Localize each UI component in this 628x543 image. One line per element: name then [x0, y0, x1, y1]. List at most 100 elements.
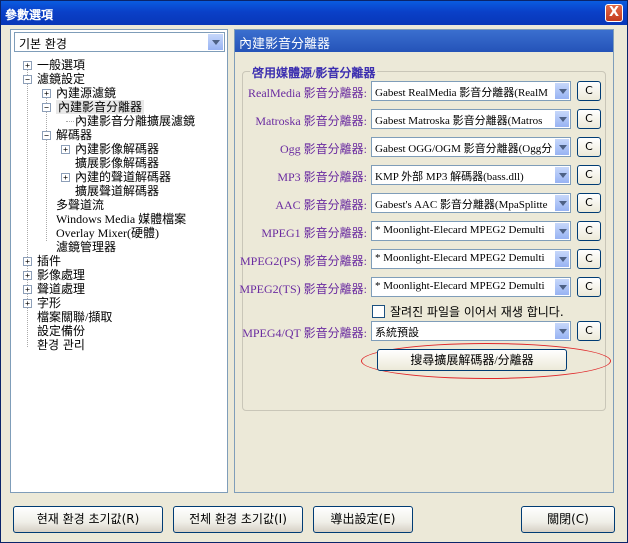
splitter-select-value: Gabest's AAC 影音分離器(MpaSplitte [375, 199, 548, 211]
settings-tree: + 一般選項 − 濾鏡設定 + 內建源濾鏡 − 內建影音分離器 內建影音分離擴展… [11, 58, 227, 488]
splitter-label: Matroska 影音分離器: [255, 114, 367, 128]
mpeg4-splitter-select[interactable]: 系統預設 [371, 321, 571, 341]
collapse-icon[interactable]: − [42, 103, 51, 112]
chevron-down-icon[interactable] [554, 222, 570, 240]
reset-current-button[interactable]: 현재 환경 초기값(R) [13, 506, 163, 533]
splitter-row: MPEG2(PS) 影音分離器: * Moonlight-Elecard MPE… [235, 249, 613, 271]
export-button[interactable]: 導出設定(E) [313, 506, 413, 533]
chevron-down-icon[interactable] [554, 138, 570, 156]
tree-item-splitter-ext-filter[interactable]: 內建影音分離擴展濾鏡 [75, 114, 195, 128]
collapse-icon[interactable]: − [23, 75, 32, 84]
splitter-settings-panel: 內建影音分離器 啓用媒體源/影音分離器 RealMedia 影音分離器: Gab… [234, 29, 614, 493]
tree-item-multi-audio[interactable]: 多聲道流 [56, 198, 104, 212]
tree-item-filter-manager[interactable]: 濾鏡管理器 [56, 240, 116, 254]
chevron-down-icon[interactable] [554, 194, 570, 212]
configure-button[interactable]: C [577, 321, 601, 341]
configure-button[interactable]: C [577, 193, 601, 213]
tree-item-builtin-splitter[interactable]: 內建影音分離器 [56, 100, 145, 114]
tree-item-ext-audio-decoder[interactable]: 擴展聲道解碼器 [75, 184, 159, 198]
splitter-select-value: Gabest OGG/OGM 影音分離器(Ogg分 [375, 143, 553, 155]
title-bar: 參數選項 X [1, 1, 627, 25]
reset-all-button[interactable]: 전체 환경 초기값(I) [173, 506, 303, 533]
expand-icon[interactable]: + [61, 145, 70, 154]
configure-button[interactable]: C [577, 81, 601, 101]
group-title: 啓用媒體源/影音分離器 [250, 64, 378, 81]
resume-checkbox-label: 잘려진 파일을 이어서 재생 합니다. [390, 305, 564, 319]
tree-item-subtitle[interactable]: 字形 [37, 296, 61, 310]
splitter-select[interactable]: Gabest Matroska 影音分離器(Matros [371, 109, 571, 129]
tree-item-general[interactable]: 一般選項 [37, 58, 85, 72]
splitter-row: RealMedia 影音分離器: Gabest RealMedia 影音分離器(… [235, 81, 613, 103]
window-title: 參數選項 [5, 8, 54, 22]
preferences-window: 參數選項 X 기본 환경 + 一般選項 − 濾鏡設定 + 內建源濾鏡 − 內建影… [0, 0, 628, 543]
expand-icon[interactable]: + [23, 285, 32, 294]
splitter-select-value: KMP 外部 MP3 解碼器(bass.dll) [375, 171, 524, 183]
splitter-label: Ogg 影音分離器: [279, 142, 367, 156]
chevron-down-icon[interactable] [554, 166, 570, 184]
splitter-select-value: * Moonlight-Elecard MPEG2 Demulti [375, 280, 545, 292]
splitter-select[interactable]: * Moonlight-Elecard MPEG2 Demulti [371, 221, 571, 241]
tree-item-plugins[interactable]: 插件 [37, 254, 61, 268]
splitter-select-value: * Moonlight-Elecard MPEG2 Demulti [375, 252, 545, 264]
splitter-row: MP3 影音分離器: KMP 外部 MP3 解碼器(bass.dll) C [235, 165, 613, 187]
splitter-label: RealMedia 影音分離器: [248, 86, 367, 100]
splitter-label: AAC 影音分離器: [275, 198, 367, 212]
settings-tree-panel: 기본 환경 + 一般選項 − 濾鏡設定 + 內建源濾鏡 − 內建影音分離器 內建… [10, 29, 228, 493]
tree-item-wmp-file[interactable]: Windows Media 媒體檔案 [56, 212, 186, 226]
splitter-row: AAC 影音分離器: Gabest's AAC 影音分離器(MpaSplitte… [235, 193, 613, 215]
splitter-label: MPEG4/QT 影音分離器: [242, 326, 367, 340]
splitter-select[interactable]: Gabest RealMedia 影音分離器(RealM [371, 81, 571, 101]
tree-item-filter-settings[interactable]: 濾鏡設定 [37, 72, 85, 86]
tree-item-image-processing[interactable]: 影像處理 [37, 268, 85, 282]
profile-select[interactable]: 기본 환경 [14, 32, 225, 52]
profile-select-value: 기본 환경 [19, 37, 67, 51]
tree-item-builtin-video-decoder[interactable]: 內建影像解碼器 [75, 142, 159, 156]
close-icon[interactable]: X [605, 4, 623, 22]
tree-item-builtin-source-filter[interactable]: 內建源濾鏡 [56, 86, 116, 100]
configure-button[interactable]: C [577, 277, 601, 297]
mpeg4-splitter-row: MPEG4/QT 影音分離器: 系統預設 C [235, 321, 613, 343]
panel-header: 內建影音分離器 [235, 30, 613, 52]
collapse-icon[interactable]: − [42, 131, 51, 140]
tree-item-audio-processing[interactable]: 聲道處理 [37, 282, 85, 296]
splitter-select-value: Gabest RealMedia 影音分離器(RealM [375, 87, 548, 99]
chevron-down-icon[interactable] [554, 278, 570, 296]
search-decoders-button[interactable]: 搜尋擴展解碼器/分離器 [377, 349, 567, 371]
expand-icon[interactable]: + [23, 299, 32, 308]
splitter-label: MPEG1 影音分離器: [261, 226, 367, 240]
chevron-down-icon[interactable] [207, 33, 224, 51]
tree-item-env-manage[interactable]: 환경 관리 [37, 338, 85, 352]
configure-button[interactable]: C [577, 137, 601, 157]
chevron-down-icon[interactable] [554, 250, 570, 268]
configure-button[interactable]: C [577, 249, 601, 269]
tree-item-decoder[interactable]: 解碼器 [56, 128, 92, 142]
splitter-row: MPEG2(TS) 影音分離器: * Moonlight-Elecard MPE… [235, 277, 613, 299]
expand-icon[interactable]: + [23, 257, 32, 266]
configure-button[interactable]: C [577, 109, 601, 129]
splitter-select[interactable]: KMP 外部 MP3 解碼器(bass.dll) [371, 165, 571, 185]
resume-checkbox[interactable] [372, 305, 385, 318]
configure-button[interactable]: C [577, 221, 601, 241]
tree-item-settings-backup[interactable]: 設定備份 [37, 324, 85, 338]
tree-item-file-assoc[interactable]: 檔案關聯/擷取 [37, 310, 112, 324]
chevron-down-icon[interactable] [554, 82, 570, 100]
tree-item-ext-video-decoder[interactable]: 擴展影像解碼器 [75, 156, 159, 170]
expand-icon[interactable]: + [23, 61, 32, 70]
splitter-select[interactable]: Gabest's AAC 影音分離器(MpaSplitte [371, 193, 571, 213]
expand-icon[interactable]: + [42, 89, 51, 98]
configure-button[interactable]: C [577, 165, 601, 185]
splitter-row: Matroska 影音分離器: Gabest Matroska 影音分離器(Ma… [235, 109, 613, 131]
splitter-label: MPEG2(PS) 影音分離器: [239, 254, 367, 268]
expand-icon[interactable]: + [61, 173, 70, 182]
chevron-down-icon[interactable] [554, 110, 570, 128]
tree-item-builtin-audio-decoder[interactable]: 內建的聲道解碼器 [75, 170, 171, 184]
expand-icon[interactable]: + [23, 271, 32, 280]
tree-item-overlay-mixer[interactable]: Overlay Mixer(硬體) [56, 226, 159, 240]
splitter-select[interactable]: Gabest OGG/OGM 影音分離器(Ogg分 [371, 137, 571, 157]
splitter-select-value: Gabest Matroska 影音分離器(Matros [375, 115, 543, 127]
splitter-select[interactable]: * Moonlight-Elecard MPEG2 Demulti [371, 249, 571, 269]
chevron-down-icon[interactable] [554, 322, 570, 340]
close-button[interactable]: 關閉(C) [521, 506, 615, 533]
splitter-select-value: * Moonlight-Elecard MPEG2 Demulti [375, 224, 545, 236]
splitter-select[interactable]: * Moonlight-Elecard MPEG2 Demulti [371, 277, 571, 297]
